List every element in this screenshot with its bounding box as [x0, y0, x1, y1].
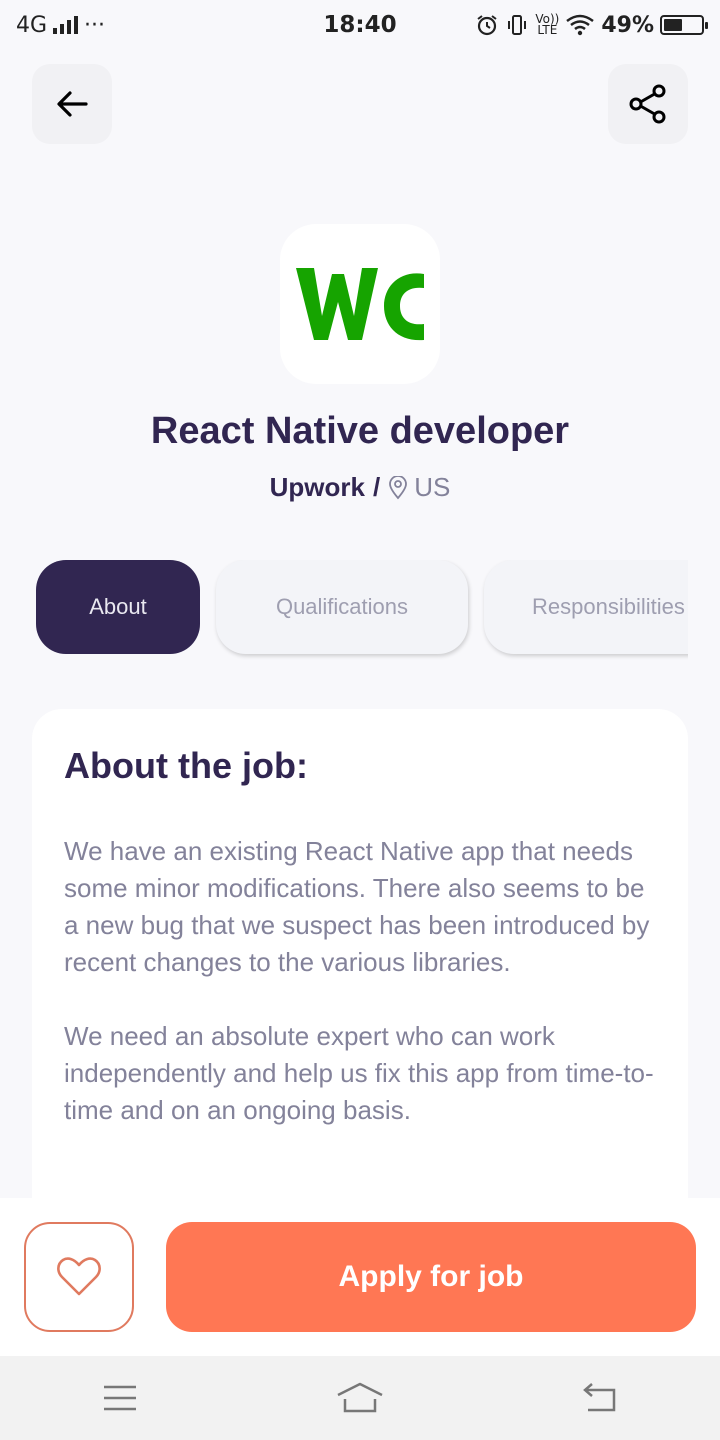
company-name: Upwork — [269, 472, 365, 502]
home-icon — [337, 1382, 383, 1413]
back-button[interactable] — [32, 64, 112, 144]
more-notifications: ··· — [84, 12, 106, 38]
tab-responsibilities[interactable]: Responsibilities — [484, 560, 688, 654]
status-right: Vo)) LTE 49% — [475, 12, 708, 38]
back-nav-button[interactable] — [560, 1368, 640, 1428]
company-logo — [280, 224, 440, 384]
about-card: About the job: We have an existing React… — [32, 709, 688, 1269]
tab-bar: About Qualifications Responsibilities — [32, 560, 688, 660]
job-footer: Apply for job — [0, 1198, 720, 1356]
back-nav-icon — [583, 1383, 616, 1412]
favorite-button[interactable] — [24, 1222, 134, 1332]
location-text: US — [414, 472, 451, 502]
about-heading: About the job: — [64, 745, 308, 786]
about-body: We have an existing React Native app tha… — [64, 836, 654, 1125]
battery-fill — [664, 19, 682, 31]
share-icon — [629, 84, 666, 124]
tab-qualifications[interactable]: Qualifications — [216, 560, 468, 654]
vibrate-icon — [508, 15, 527, 35]
battery-percent: 49% — [601, 12, 654, 38]
job-location: US — [388, 472, 450, 503]
company-row: Upwork / US — [0, 472, 720, 503]
apply-button[interactable]: Apply for job — [166, 1222, 696, 1332]
volte-indicator: Vo)) LTE — [535, 12, 560, 37]
arrow-left-icon — [57, 91, 88, 117]
wifi-icon — [566, 14, 595, 36]
home-nav-button[interactable] — [320, 1368, 400, 1428]
network-type: 4G — [16, 12, 48, 38]
signal-icon — [53, 16, 79, 34]
status-bar: 4G ··· 18:40 Vo)) LTE 49% — [0, 0, 720, 50]
alarm-icon — [477, 15, 497, 36]
job-title: React Native developer — [150, 410, 570, 452]
battery-icon — [660, 15, 708, 35]
tab-about[interactable]: About — [36, 560, 200, 654]
menu-nav-button[interactable] — [80, 1368, 160, 1428]
share-button[interactable] — [608, 64, 688, 144]
heart-outline-icon — [57, 1257, 101, 1296]
status-left: 4G ··· — [16, 13, 105, 38]
company-separator: / — [372, 472, 381, 502]
system-nav-bar — [0, 1356, 720, 1440]
menu-icon — [104, 1385, 136, 1411]
company-logo-image — [296, 268, 424, 341]
location-pin-icon — [389, 475, 408, 499]
